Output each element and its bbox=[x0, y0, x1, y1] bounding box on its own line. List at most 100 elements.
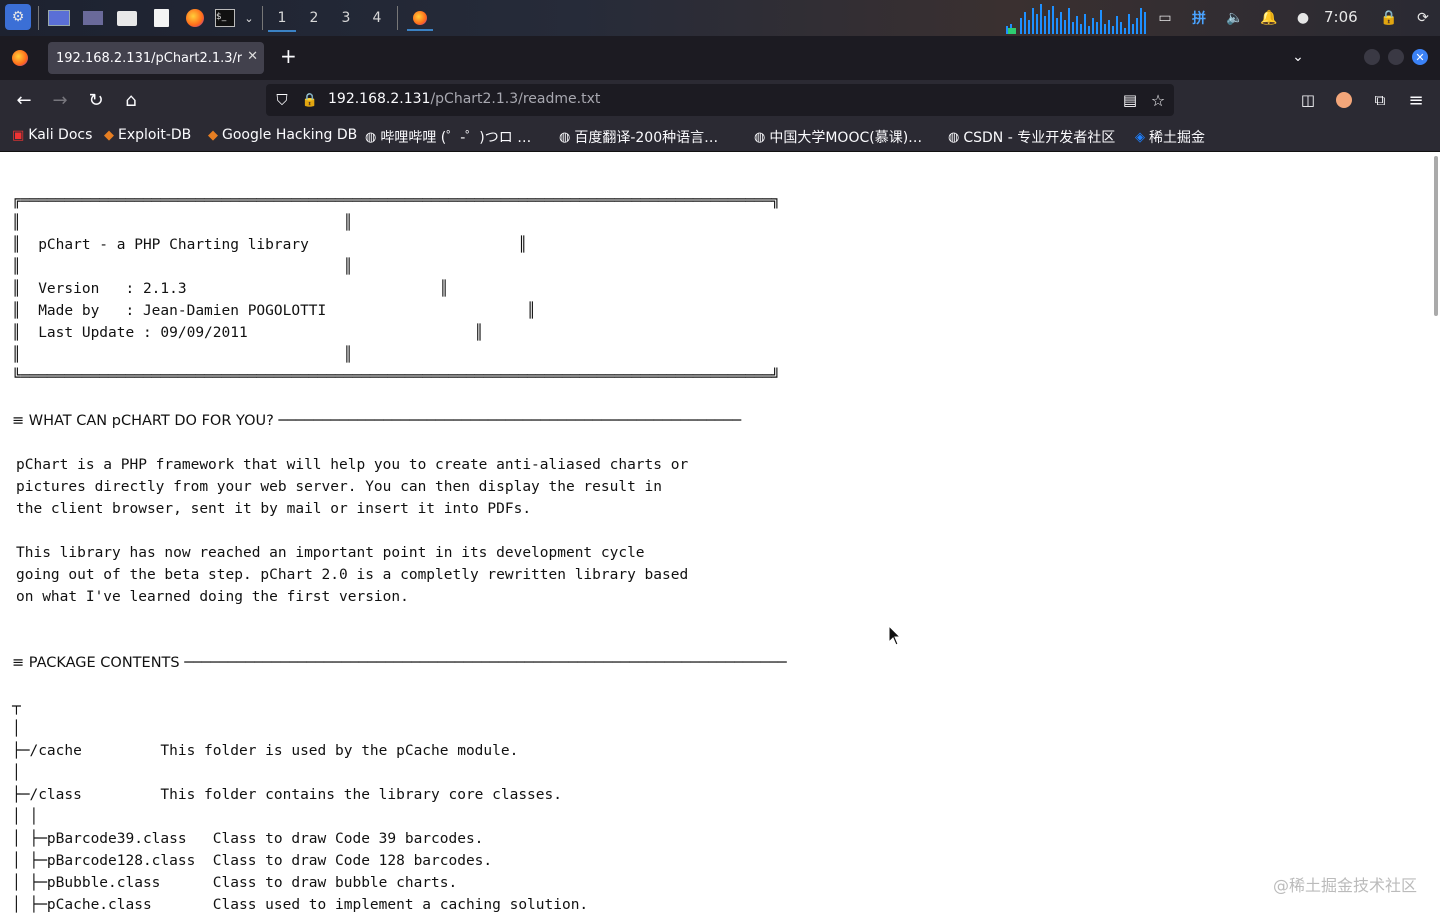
bookmark-label: Exploit-DB bbox=[118, 127, 192, 143]
package-tree: ┬ │ ├─/cache This folder is used by the pC… bbox=[12, 696, 588, 916]
back-arrow-icon[interactable]: ← bbox=[12, 89, 36, 111]
scrollbar-thumb[interactable] bbox=[1434, 156, 1438, 316]
tree-line: ├─/class This folder contains the librar… bbox=[12, 787, 562, 803]
tree-line: │ ├─pCache.class Class used to implement… bbox=[12, 897, 589, 913]
power-icon[interactable]: ⟳ bbox=[1412, 7, 1434, 29]
close-icon[interactable]: ✕ bbox=[247, 49, 258, 64]
header-box-line: ╔═══════════════════════════════════════… bbox=[12, 193, 781, 209]
section-body-what-can-pchart-do: pChart is a PHP framework that will help… bbox=[16, 454, 688, 608]
chevron-down-icon[interactable]: ⌄ bbox=[238, 7, 260, 29]
bookmark-google-hacking-db[interactable]: ◆ Google Hacking DB bbox=[208, 127, 357, 143]
taskbar-separator bbox=[38, 6, 39, 30]
text-editor-icon[interactable] bbox=[150, 7, 172, 29]
tree-line: │ │ bbox=[12, 809, 39, 825]
firefox-launcher-icon[interactable] bbox=[184, 7, 206, 29]
bookmark-icourse-mooc[interactable]: ◍ 中国大学MOOC(慕课)… bbox=[754, 127, 922, 147]
bookmark-label: Kali Docs bbox=[28, 127, 93, 143]
maximize-button[interactable] bbox=[1388, 49, 1404, 65]
mouse-cursor-icon bbox=[888, 625, 902, 646]
globe-icon: ◍ bbox=[754, 129, 766, 145]
audio-visualizer-icon bbox=[1006, 4, 1146, 34]
lock-icon[interactable]: 🔒 bbox=[1378, 7, 1400, 29]
clock[interactable]: 7:06 bbox=[1324, 8, 1358, 26]
extensions-icon[interactable]: ⧉ bbox=[1368, 89, 1392, 111]
globe-icon: ◍ bbox=[948, 129, 960, 145]
tree-line: │ bbox=[12, 765, 21, 781]
terminal-icon[interactable]: $_ bbox=[214, 7, 236, 29]
bookmark-label: 百度翻译-200种语言… bbox=[574, 130, 719, 146]
header-box-line: ╚═══════════════════════════════════════… bbox=[12, 369, 781, 385]
juejin-icon: ◈ bbox=[1135, 129, 1145, 145]
tree-line: │ ├─pBarcode128.class Class to draw Code… bbox=[12, 853, 493, 869]
url-text[interactable]: 192.168.2.131/pChart2.1.3/readme.txt bbox=[328, 91, 600, 107]
body-text-line bbox=[16, 520, 688, 542]
body-text-line: on what I've learned doing the first ver… bbox=[16, 589, 409, 605]
header-box: ╔═══════════════════════════════════════… bbox=[12, 190, 780, 388]
home-icon[interactable]: ⌂ bbox=[119, 89, 143, 111]
account-avatar-icon[interactable] bbox=[1332, 89, 1356, 111]
forward-arrow-icon[interactable]: → bbox=[48, 89, 72, 111]
input-method-icon[interactable]: 拼 bbox=[1188, 7, 1210, 29]
bookmark-label: 中国大学MOOC(慕课)… bbox=[769, 130, 923, 146]
globe-icon: ◍ bbox=[559, 129, 571, 145]
kali-menu-icon[interactable]: ⚙ bbox=[5, 4, 31, 30]
taskbar-separator bbox=[397, 6, 398, 30]
screen-icon[interactable]: ▭ bbox=[1154, 7, 1176, 29]
bookmark-baidu-fanyi[interactable]: ◍ 百度翻译-200种语言… bbox=[559, 127, 718, 147]
body-text-line: This library has now reached an importan… bbox=[16, 545, 645, 561]
bookmark-star-icon[interactable]: ☆ bbox=[1146, 89, 1170, 111]
section-heading-package-contents: ≡ PACKAGE CONTENTS ─────────────────────… bbox=[12, 655, 787, 671]
browser-tab[interactable]: 192.168.2.131/pChart2.1.3/readme.txt ✕ bbox=[48, 42, 264, 74]
header-box-line: ║ Made by : Jean-Damien POGOLOTTI ║ bbox=[12, 303, 536, 319]
kali-docs-icon: ▣ bbox=[12, 127, 25, 143]
header-box-line: ║ pChart - a PHP Charting library ║ bbox=[12, 237, 528, 253]
reader-view-icon[interactable]: ▤ bbox=[1118, 89, 1142, 111]
new-tab-button[interactable]: + bbox=[280, 44, 297, 68]
bookmark-csdn[interactable]: ◍ CSDN - 专业开发者社区 bbox=[948, 127, 1115, 147]
update-icon[interactable]: ● bbox=[1292, 7, 1314, 29]
file-manager-icon[interactable] bbox=[116, 7, 138, 29]
bookmark-exploit-db[interactable]: ◆ Exploit-DB bbox=[104, 127, 191, 143]
body-text-line: pictures directly from your web server. … bbox=[16, 479, 663, 495]
header-box-line: ║ ║ bbox=[12, 215, 353, 231]
tree-line: ┬ bbox=[12, 699, 21, 715]
tree-line: │ bbox=[12, 721, 21, 737]
workspace-2[interactable]: 2 bbox=[300, 6, 328, 30]
globe-icon: ◍ bbox=[365, 129, 377, 145]
tab-title: 192.168.2.131/pChart2.1.3/readme.txt bbox=[56, 50, 242, 66]
watermark: @稀土掘金技术社区 bbox=[1273, 876, 1418, 895]
reload-icon[interactable]: ↻ bbox=[84, 89, 108, 111]
bookmark-kali-docs[interactable]: ▣ Kali Docs bbox=[12, 127, 92, 143]
exploit-db-icon: ◆ bbox=[104, 127, 114, 143]
workspace-1[interactable]: 1 bbox=[268, 6, 296, 32]
header-box-line: ║ Version : 2.1.3 ║ bbox=[12, 281, 449, 297]
firefox-view-icon[interactable] bbox=[9, 47, 31, 69]
bookmark-juejin[interactable]: ◈ 稀土掘金 bbox=[1135, 127, 1205, 147]
system-taskbar: ⚙ $_ ⌄ 1 2 3 4 ▭ 拼 🔈 🔔 ● 7:06 🔒 ⟳ bbox=[0, 0, 1440, 36]
notification-bell-icon[interactable]: 🔔 bbox=[1258, 7, 1280, 29]
pocket-icon[interactable]: ◫ bbox=[1296, 89, 1320, 111]
taskbar-separator bbox=[262, 6, 263, 30]
header-box-line: ║ ║ bbox=[12, 347, 353, 363]
url-host: 192.168.2.131 bbox=[328, 91, 431, 107]
minimize-button[interactable] bbox=[1364, 49, 1380, 65]
workspace-3[interactable]: 3 bbox=[332, 6, 360, 30]
bookmark-label: Google Hacking DB bbox=[222, 127, 358, 143]
hamburger-menu-icon[interactable]: ≡ bbox=[1404, 89, 1428, 111]
section-heading-what-can-pchart-do: ≡ WHAT CAN pCHART DO FOR YOU? ──────────… bbox=[12, 413, 742, 429]
workspace-4[interactable]: 4 bbox=[363, 6, 391, 30]
bookmark-label: 稀土掘金 bbox=[1149, 130, 1205, 146]
terminal-emulator-icon[interactable] bbox=[82, 7, 104, 29]
body-text-line: going out of the beta step. pChart 2.0 i… bbox=[16, 567, 689, 583]
window-close-button[interactable]: ✕ bbox=[1412, 49, 1428, 65]
bookmark-bilibili[interactable]: ◍ 哔哩哔哩 (゜-゜)つロ … bbox=[365, 127, 531, 147]
tree-line: ├─/cache This folder is used by the pCac… bbox=[12, 743, 519, 759]
shield-icon[interactable]: ⛉ bbox=[270, 89, 294, 111]
bookmark-label: 哔哩哔哩 (゜-゜)つロ … bbox=[380, 130, 532, 146]
firefox-window-icon[interactable] bbox=[407, 7, 433, 31]
desktop-icon[interactable] bbox=[48, 7, 70, 29]
list-all-tabs-icon[interactable]: ⌄ bbox=[1287, 46, 1309, 68]
bookmark-label: CSDN - 专业开发者社区 bbox=[963, 130, 1116, 146]
page-info-icon[interactable]: 🔒 bbox=[298, 89, 322, 111]
volume-icon[interactable]: 🔈 bbox=[1224, 7, 1246, 29]
